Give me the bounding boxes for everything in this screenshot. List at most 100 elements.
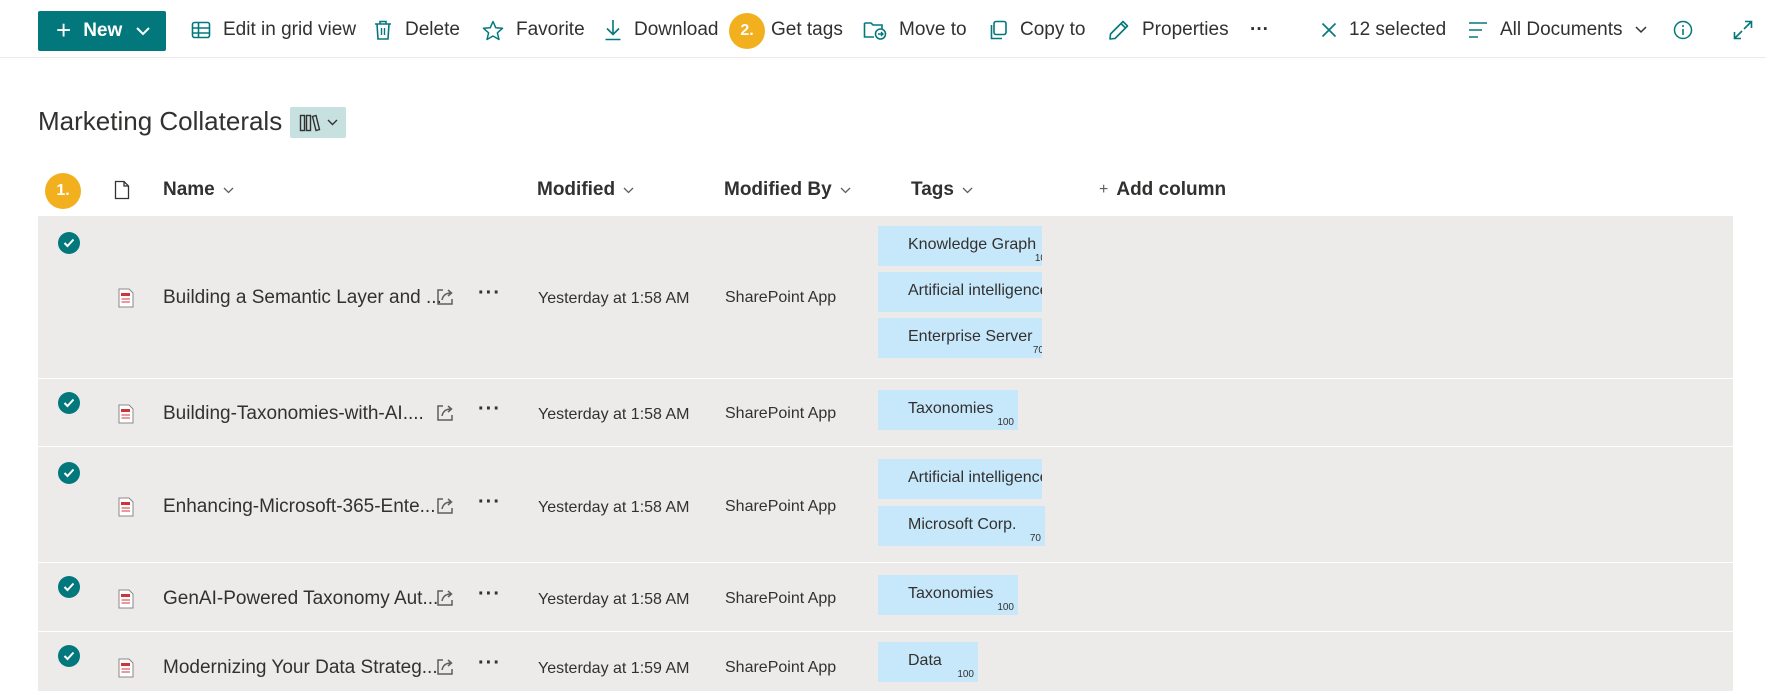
star-icon [482,20,504,40]
favorite-label: Favorite [516,19,585,40]
tag-score: 10 [1034,253,1042,264]
download-icon [605,20,621,41]
view-switcher-button[interactable]: All Documents [1468,13,1647,47]
get-tags-button[interactable]: Get tags [771,13,843,47]
expand-button[interactable] [1733,13,1753,47]
more-actions-button[interactable]: ··· [478,398,501,421]
file-name-link[interactable]: Building a Semantic Layer and ... [163,287,442,309]
modified-column-label: Modified [537,179,616,200]
edit-grid-view-button[interactable]: Edit in grid view [191,13,356,47]
share-icon[interactable] [435,287,455,307]
modified-by: SharePoint App [725,289,837,306]
copy-to-button[interactable]: Copy to [988,13,1085,47]
copy-icon [990,20,1007,40]
file-name-link[interactable]: Enhancing-Microsoft-365-Ente... [163,496,435,518]
pdf-file-icon [118,288,134,308]
info-icon [1673,20,1693,40]
tag-label: Data [908,652,942,669]
tag-score: 100 [997,602,1014,613]
tag-label: Taxonomies [908,400,994,417]
edit-grid-view-label: Edit in grid view [223,19,357,40]
table-row[interactable]: Building-Taxonomies-with-AI.... ··· Yest… [38,379,1733,447]
pdf-file-icon [118,658,134,678]
tags-column-header[interactable]: Tags [911,177,973,203]
tag-chip[interactable]: Taxonomies 100 [878,390,1018,430]
file-name-link[interactable]: GenAI-Powered Taxonomy Aut... [163,588,438,610]
share-icon[interactable] [435,657,455,677]
page-title: Marketing Collaterals [38,106,283,136]
modified-date: Yesterday at 1:58 AM [538,290,690,307]
more-actions-button[interactable]: ··· [478,282,501,305]
more-actions-button[interactable]: ··· [478,491,501,514]
checkmark-icon [63,238,75,248]
more-commands-button[interactable]: ··· [1250,13,1269,47]
clear-selection-button[interactable]: 12 selected [1321,13,1446,47]
info-button[interactable] [1673,13,1693,47]
modified-by: SharePoint App [725,498,837,515]
pdf-file-icon [118,497,134,517]
tag-label: Knowledge Graph [908,236,1037,253]
checkmark-icon [63,468,75,478]
library-icon [299,114,320,131]
row-checkbox[interactable] [58,232,80,254]
file-name-link[interactable]: Building-Taxonomies-with-AI.... [163,403,424,425]
more-actions-button[interactable]: ··· [478,583,501,606]
tag-score: 100 [957,669,974,680]
modified-by: SharePoint App [725,590,837,607]
add-column-button[interactable]: + Add column [1099,177,1226,203]
move-to-label: Move to [899,19,967,40]
table-row[interactable]: Building a Semantic Layer and ... ··· Ye… [38,216,1733,379]
delete-label: Delete [405,19,460,40]
more-icon: ··· [1250,19,1269,40]
modified-column-header[interactable]: Modified [537,177,634,203]
chevron-down-icon [223,187,234,193]
step-badge-2: 2. [729,13,765,49]
checkmark-icon [63,398,75,408]
file-name-link[interactable]: Modernizing Your Data Strateg... [163,657,438,679]
share-icon[interactable] [435,403,455,423]
download-button[interactable]: Download [604,13,719,47]
tag-label: Enterprise Server [908,328,1033,345]
favorite-button[interactable]: Favorite [482,13,585,47]
plus-icon: + [56,15,72,45]
tag-chip[interactable]: Taxonomies 100 [878,575,1018,615]
grid-icon [191,21,211,39]
tag-label: Artificial intelligence [908,282,1042,299]
tag-chip[interactable]: Data 100 [878,642,978,682]
copy-to-label: Copy to [1020,19,1086,40]
modified-by-column-label: Modified By [724,179,832,200]
tag-chip[interactable]: Artificial intelligence [878,459,1042,499]
name-column-header[interactable]: Name [163,177,234,203]
tags-column-label: Tags [911,179,954,200]
share-icon[interactable] [435,588,455,608]
tag-chip[interactable]: Artificial intelligence [878,272,1042,312]
delete-button[interactable]: Delete [373,13,460,47]
table-row[interactable]: Modernizing Your Data Strateg... ··· Yes… [38,632,1733,691]
chevron-down-icon [840,187,851,193]
selected-count-label: 12 selected [1349,19,1447,40]
modified-by-column-header[interactable]: Modified By [724,177,851,203]
table-row[interactable]: GenAI-Powered Taxonomy Aut... ··· Yester… [38,563,1733,632]
move-to-button[interactable]: Move to [863,13,967,47]
close-icon [1321,22,1337,38]
tag-label: Microsoft Corp. [908,516,1017,533]
share-icon[interactable] [435,496,455,516]
file-type-column-header[interactable] [114,177,130,203]
tag-chip[interactable]: Microsoft Corp. 70 [878,506,1045,546]
row-checkbox[interactable] [58,576,80,598]
plus-icon: + [1099,181,1109,198]
modified-date: Yesterday at 1:58 AM [538,591,690,608]
chevron-down-icon [623,187,634,193]
new-button[interactable]: + New [38,11,166,51]
command-bar: + New Edit in grid view Delete Favorite … [0,0,1766,58]
more-actions-button[interactable]: ··· [478,652,501,675]
tag-chip[interactable]: Enterprise Server 70 [878,318,1042,358]
tag-chip[interactable]: Knowledge Graph 10 [878,226,1042,266]
table-row[interactable]: Enhancing-Microsoft-365-Ente... ··· Yest… [38,447,1733,563]
library-view-chip[interactable] [290,107,346,138]
row-checkbox[interactable] [58,462,80,484]
row-checkbox[interactable] [58,392,80,414]
properties-button[interactable]: Properties [1108,13,1229,47]
add-column-label: Add column [1116,179,1227,200]
row-checkbox[interactable] [58,645,80,667]
